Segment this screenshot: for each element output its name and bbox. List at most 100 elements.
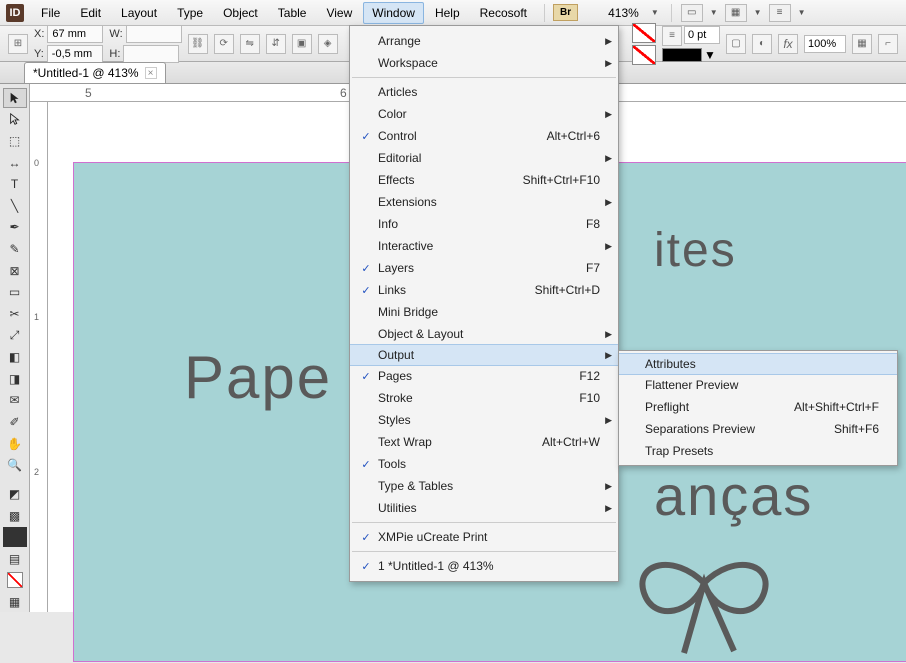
- default-fill-stroke[interactable]: ▩: [3, 506, 27, 526]
- close-icon[interactable]: ×: [145, 67, 157, 79]
- reference-point-icon[interactable]: ⊞: [8, 34, 28, 54]
- menu-item-label: Workspace: [376, 56, 600, 70]
- flip-v-icon[interactable]: ⇵: [266, 34, 286, 54]
- submenu-item-attributes[interactable]: Attributes: [619, 353, 897, 375]
- corner-icon[interactable]: ⌐: [878, 34, 898, 54]
- arrange-icon[interactable]: ▦: [725, 4, 747, 22]
- view-options-icon[interactable]: ≡: [769, 4, 791, 22]
- menu-item-utilities[interactable]: Utilities▶: [350, 497, 618, 519]
- chevron-down-icon[interactable]: ▼: [706, 8, 722, 17]
- rotate-icon[interactable]: ⟳: [214, 34, 234, 54]
- select-container-icon[interactable]: ▣: [292, 34, 312, 54]
- menu-item-effects[interactable]: EffectsShift+Ctrl+F10: [350, 169, 618, 191]
- menu-item-workspace[interactable]: Workspace▶: [350, 52, 618, 74]
- gradient-feather-tool[interactable]: ◨: [3, 369, 27, 389]
- bridge-button[interactable]: Br: [553, 4, 578, 21]
- document-tab[interactable]: *Untitled-1 @ 413% ×: [24, 62, 166, 83]
- menu-shortcut: F10: [579, 391, 600, 405]
- menu-item-layers[interactable]: ✓LayersF7: [350, 257, 618, 279]
- w-field[interactable]: [126, 25, 182, 43]
- menu-item-tools[interactable]: ✓Tools: [350, 453, 618, 475]
- submenu-item-preflight[interactable]: PreflightAlt+Shift+Ctrl+F: [619, 396, 897, 418]
- page-tool[interactable]: ⬚: [3, 131, 27, 151]
- menu-item-mini-bridge[interactable]: Mini Bridge: [350, 301, 618, 323]
- menu-item-control[interactable]: ✓ControlAlt+Ctrl+6: [350, 125, 618, 147]
- note-tool[interactable]: ✉: [3, 391, 27, 411]
- h-field[interactable]: [123, 45, 179, 63]
- stroke-weight-icon: ≡: [662, 26, 682, 46]
- stroke-swatch-none[interactable]: [632, 45, 656, 65]
- menu-item-styles[interactable]: Styles▶: [350, 409, 618, 431]
- x-field[interactable]: 67 mm: [47, 25, 103, 43]
- zoom-dropdown-arrow[interactable]: ▼: [647, 8, 663, 17]
- free-transform-tool[interactable]: ⤢: [3, 326, 27, 346]
- menu-table[interactable]: Table: [269, 2, 316, 24]
- menu-item-info[interactable]: InfoF8: [350, 213, 618, 235]
- menu-recosoft[interactable]: Recosoft: [471, 2, 536, 24]
- apply-none[interactable]: [3, 571, 27, 591]
- view-mode[interactable]: ▦: [3, 592, 27, 612]
- fx-icon[interactable]: fx: [778, 34, 798, 54]
- rectangle-frame-tool[interactable]: ⊠: [3, 261, 27, 281]
- selection-tool[interactable]: [3, 88, 27, 108]
- hand-tool[interactable]: ✋: [3, 434, 27, 454]
- menu-item-type-tables[interactable]: Type & Tables▶: [350, 475, 618, 497]
- chevron-down-icon[interactable]: ▼: [794, 8, 810, 17]
- menu-item-arrange[interactable]: Arrange▶: [350, 30, 618, 52]
- constrain-icon[interactable]: ⛓: [188, 34, 208, 54]
- scissors-tool[interactable]: ✂: [3, 304, 27, 324]
- gradient-swatch-tool[interactable]: ◧: [3, 347, 27, 367]
- select-content-icon[interactable]: ◈: [318, 34, 338, 54]
- text-wrap-icon[interactable]: ▦: [852, 34, 872, 54]
- apply-gradient[interactable]: ▤: [3, 549, 27, 569]
- eyedropper-tool[interactable]: ✐: [3, 412, 27, 432]
- menu-help[interactable]: Help: [426, 2, 469, 24]
- menu-item-xmpie-ucreate-print[interactable]: ✓XMPie uCreate Print: [350, 526, 618, 548]
- menu-item-color[interactable]: Color▶: [350, 103, 618, 125]
- menu-item-label: Layers: [376, 261, 586, 275]
- apply-color[interactable]: [3, 527, 27, 547]
- menu-item-extensions[interactable]: Extensions▶: [350, 191, 618, 213]
- menu-item-pages[interactable]: ✓PagesF12: [350, 365, 618, 387]
- gap-tool[interactable]: ↔: [3, 153, 27, 173]
- stroke-weight-field[interactable]: [684, 26, 720, 44]
- menu-item-text-wrap[interactable]: Text WrapAlt+Ctrl+W: [350, 431, 618, 453]
- menu-item-links[interactable]: ✓LinksShift+Ctrl+D: [350, 279, 618, 301]
- submenu-item-flattener-preview[interactable]: Flattener Preview: [619, 374, 897, 396]
- menu-window[interactable]: Window: [363, 2, 424, 24]
- menu-item-1-untitled-1-413-[interactable]: ✓1 *Untitled-1 @ 413%: [350, 555, 618, 577]
- y-field[interactable]: -0,5 mm: [47, 45, 103, 63]
- menu-item-stroke[interactable]: StrokeF10: [350, 387, 618, 409]
- zoom-level[interactable]: 413%: [602, 4, 645, 22]
- menu-item-interactive[interactable]: Interactive▶: [350, 235, 618, 257]
- screen-mode-icon[interactable]: ▭: [681, 4, 703, 22]
- menu-file[interactable]: File: [32, 2, 69, 24]
- menu-item-output[interactable]: Output▶: [350, 344, 618, 366]
- direct-selection-tool[interactable]: [3, 110, 27, 130]
- opacity-field[interactable]: [804, 35, 846, 53]
- menu-item-articles[interactable]: Articles: [350, 81, 618, 103]
- fill-stroke-toggle[interactable]: ◩: [3, 484, 27, 504]
- submenu-item-separations-preview[interactable]: Separations PreviewShift+F6: [619, 418, 897, 440]
- pen-tool[interactable]: ✒: [3, 218, 27, 238]
- submenu-item-trap-presets[interactable]: Trap Presets: [619, 440, 897, 462]
- menu-edit[interactable]: Edit: [71, 2, 110, 24]
- fill-swatch-none[interactable]: [632, 23, 656, 43]
- pencil-tool[interactable]: ✎: [3, 239, 27, 259]
- menu-type[interactable]: Type: [168, 2, 212, 24]
- zoom-tool[interactable]: 🔍: [3, 455, 27, 475]
- feather-icon[interactable]: ◐: [752, 34, 772, 54]
- chevron-down-icon[interactable]: ▼: [704, 48, 716, 62]
- menu-item-editorial[interactable]: Editorial▶: [350, 147, 618, 169]
- menu-layout[interactable]: Layout: [112, 2, 166, 24]
- drop-shadow-icon[interactable]: ▢: [726, 34, 746, 54]
- flip-h-icon[interactable]: ⇋: [240, 34, 260, 54]
- menu-item-object-layout[interactable]: Object & Layout▶: [350, 323, 618, 345]
- type-tool[interactable]: T: [3, 174, 27, 194]
- line-tool[interactable]: ╲: [3, 196, 27, 216]
- chevron-down-icon[interactable]: ▼: [750, 8, 766, 17]
- rectangle-tool[interactable]: ▭: [3, 282, 27, 302]
- menu-object[interactable]: Object: [214, 2, 267, 24]
- stroke-style-swatch[interactable]: [662, 48, 702, 62]
- menu-view[interactable]: View: [317, 2, 361, 24]
